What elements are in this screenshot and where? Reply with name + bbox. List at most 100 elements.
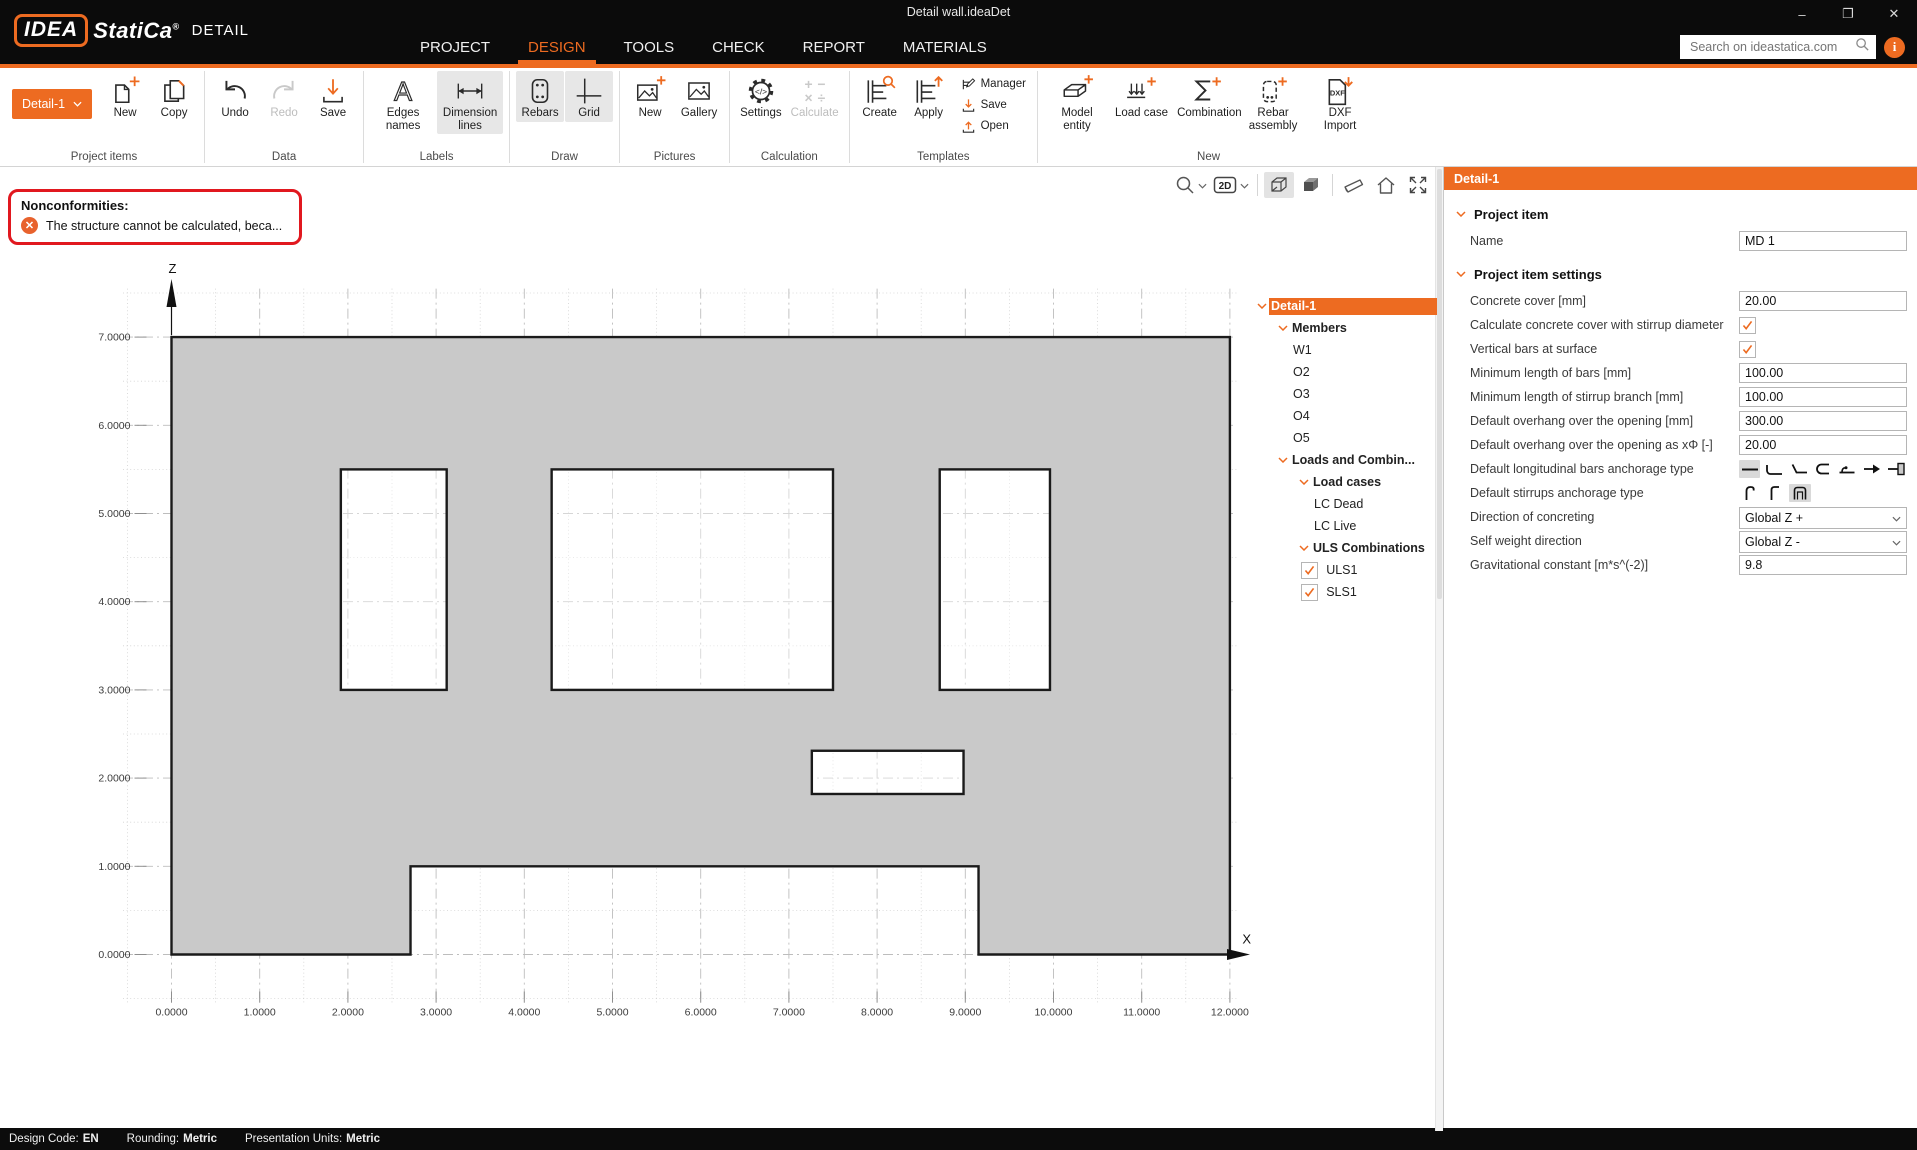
tree-item-w1[interactable]: W1 xyxy=(1253,339,1437,361)
load-case-icon xyxy=(1125,75,1159,107)
chevron-down-icon[interactable] xyxy=(1297,545,1311,551)
tab-project[interactable]: PROJECT xyxy=(408,30,502,64)
default-overhang-over-the-opening-mm--field[interactable] xyxy=(1739,411,1907,431)
minimum-length-of-bars-mm--field[interactable] xyxy=(1739,363,1907,383)
tree-item-sls1[interactable]: SLS1 xyxy=(1253,581,1437,603)
name-field[interactable] xyxy=(1739,231,1907,251)
section-header-project-item[interactable]: Project item xyxy=(1456,202,1917,226)
concrete-cover-mm--field[interactable] xyxy=(1739,291,1907,311)
search-icon[interactable] xyxy=(1855,37,1870,57)
create-button[interactable]: Create xyxy=(856,71,904,122)
gravitational-constant-m-s-2--field[interactable] xyxy=(1739,555,1907,575)
tab-materials[interactable]: MATERIALS xyxy=(891,30,999,64)
grid-button[interactable]: Grid xyxy=(565,71,613,122)
restore-button[interactable]: ❐ xyxy=(1825,0,1871,28)
self-weight-direction-select[interactable]: Global Z - xyxy=(1739,531,1907,553)
chevron-down-icon[interactable] xyxy=(1240,176,1249,194)
gallery-button[interactable]: Gallery xyxy=(675,71,723,122)
apply-button[interactable]: Apply xyxy=(905,71,953,122)
save-small-button[interactable]: Save xyxy=(958,96,1029,114)
chevron-down-icon[interactable] xyxy=(1892,535,1901,549)
undo-button[interactable]: Undo xyxy=(211,71,259,122)
minimum-length-of-stirrup-branch-mm--field[interactable] xyxy=(1739,387,1907,407)
edges-names-button[interactable]: AEdges names xyxy=(370,71,436,134)
tab-design[interactable]: DESIGN xyxy=(516,30,598,64)
stirrup-bend-option[interactable] xyxy=(1764,484,1786,502)
copy-button[interactable]: Copy xyxy=(150,71,198,122)
drawing-canvas[interactable]: 0.00001.00002.00003.00004.00005.00006.00… xyxy=(0,167,1253,1131)
chevron-down-icon[interactable] xyxy=(1456,211,1466,217)
tree-item-o5[interactable]: O5 xyxy=(1253,427,1437,449)
section-view-button[interactable] xyxy=(1339,172,1369,198)
section-header-project-item-settings[interactable]: Project item settings xyxy=(1456,262,1917,286)
property-control: Global Z + xyxy=(1739,507,1907,527)
tree-item-uls1[interactable]: ULS1 xyxy=(1253,559,1437,581)
view-2d-button[interactable]: 2D xyxy=(1211,172,1251,198)
search-box[interactable] xyxy=(1680,35,1876,59)
stirrup-hook-option[interactable] xyxy=(1739,484,1761,502)
stirrup-closed-option[interactable] xyxy=(1789,484,1811,502)
chevron-down-icon[interactable] xyxy=(1297,479,1311,485)
tree-item-o2[interactable]: O2 xyxy=(1253,361,1437,383)
scrollbar-thumb[interactable] xyxy=(1437,169,1442,599)
anch-plate-tri-option[interactable] xyxy=(1861,460,1882,478)
tab-report[interactable]: REPORT xyxy=(791,30,877,64)
manager-small-button[interactable]: Manager xyxy=(958,75,1029,93)
dxf-import-button[interactable]: DXFDXF Import xyxy=(1307,71,1373,134)
module-name: DETAIL xyxy=(192,22,249,39)
rebar-assembly-button[interactable]: Rebar assembly xyxy=(1240,71,1306,134)
chevron-down-icon[interactable] xyxy=(1892,511,1901,525)
tree-item-members[interactable]: Members xyxy=(1253,317,1437,339)
tree-item-detail-1[interactable]: Detail-1 xyxy=(1253,295,1437,317)
dimension-lines-button[interactable]: Dimension lines xyxy=(437,71,503,134)
chevron-down-icon[interactable] xyxy=(1255,303,1269,309)
fit-view-button[interactable] xyxy=(1403,172,1433,198)
save-button[interactable]: Save xyxy=(309,71,357,122)
tree-item-loads-and-combin-[interactable]: Loads and Combin... xyxy=(1253,449,1437,471)
vertical-bars-at-surface-checkbox[interactable] xyxy=(1739,341,1756,358)
new-button[interactable]: New xyxy=(101,71,149,122)
calculate-button[interactable]: +−×÷Calculate xyxy=(787,71,843,122)
solid-view-button[interactable] xyxy=(1296,172,1326,198)
tree-item-o4[interactable]: O4 xyxy=(1253,405,1437,427)
minimize-button[interactable]: – xyxy=(1779,0,1825,28)
checkbox-sls1[interactable] xyxy=(1301,584,1318,601)
default-overhang-over-the-opening-as-x--field[interactable] xyxy=(1739,435,1907,455)
anch-hook-loop-option[interactable] xyxy=(1837,460,1858,478)
project-item-selector[interactable]: Detail-1 xyxy=(12,89,92,119)
anch-hook-45-option[interactable] xyxy=(1788,460,1809,478)
anch-hook-90-option[interactable] xyxy=(1763,460,1784,478)
open-small-button[interactable]: Open xyxy=(958,117,1029,135)
tree-item-lc-dead[interactable]: LC Dead xyxy=(1253,493,1437,515)
search-input[interactable] xyxy=(1688,39,1855,55)
rebars-button[interactable]: Rebars xyxy=(516,71,564,122)
chevron-down-icon[interactable] xyxy=(1276,457,1290,463)
tree-item-lc-live[interactable]: LC Live xyxy=(1253,515,1437,537)
model-entity-button[interactable]: Model entity xyxy=(1044,71,1110,134)
combination-button[interactable]: Combination xyxy=(1173,71,1239,122)
chevron-down-icon[interactable] xyxy=(1276,325,1290,331)
tree-item-uls-combinations[interactable]: ULS Combinations xyxy=(1253,537,1437,559)
checkbox-uls1[interactable] xyxy=(1301,562,1318,579)
tree-item-load-cases[interactable]: Load cases xyxy=(1253,471,1437,493)
close-button[interactable]: ✕ xyxy=(1871,0,1917,28)
info-icon[interactable]: i xyxy=(1884,37,1905,58)
tree-item-o3[interactable]: O3 xyxy=(1253,383,1437,405)
load-case-button[interactable]: Load case xyxy=(1111,71,1172,122)
direction-of-concreting-select[interactable]: Global Z + xyxy=(1739,507,1907,529)
wireframe-view-button[interactable] xyxy=(1264,172,1294,198)
new-button[interactable]: New xyxy=(626,71,674,122)
home-view-button[interactable] xyxy=(1371,172,1401,198)
sigma-icon xyxy=(1189,75,1223,107)
anch-hook-u-option[interactable] xyxy=(1812,460,1833,478)
chevron-down-icon[interactable] xyxy=(1456,271,1466,277)
settings-button[interactable]: </>Settings xyxy=(736,71,786,122)
calculate-concrete-cover-with-stirrup-diameter-checkbox[interactable] xyxy=(1739,317,1756,334)
anch-plate-square-option[interactable] xyxy=(1886,460,1907,478)
zoom-tool-button[interactable] xyxy=(1173,172,1209,198)
tab-check[interactable]: CHECK xyxy=(700,30,777,64)
anch-straight-option[interactable] xyxy=(1739,460,1760,478)
tab-tools[interactable]: TOOLS xyxy=(612,30,687,64)
redo-button[interactable]: Redo xyxy=(260,71,308,122)
chevron-down-icon[interactable] xyxy=(1198,176,1207,194)
